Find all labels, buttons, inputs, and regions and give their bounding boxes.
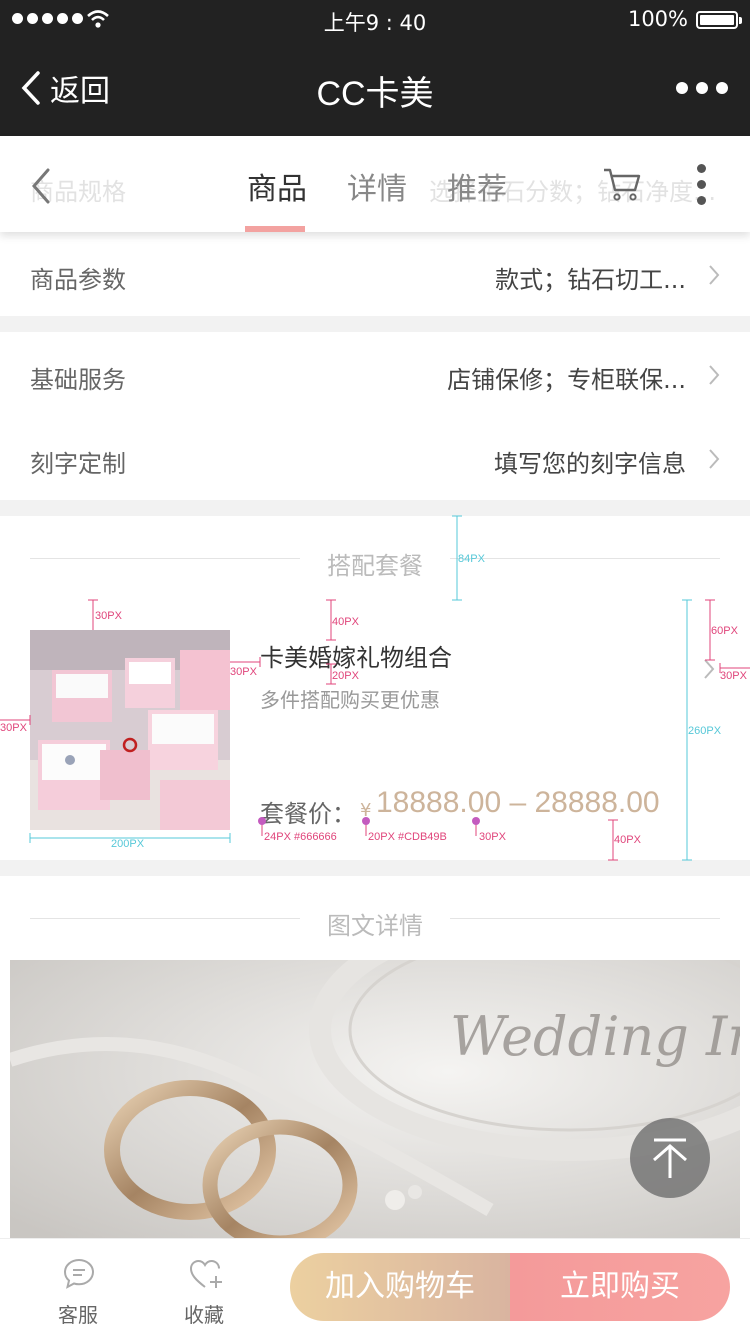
battery-icon <box>696 11 742 29</box>
annotation: 20PX #CDB49B <box>368 831 447 843</box>
tab-product[interactable]: 商品 <box>247 164 307 208</box>
bottom-action-bar: 客服 收藏 加入购物车 立即购买 <box>0 1238 750 1334</box>
script-text: Wedding Invita <box>450 1005 740 1068</box>
annotation: 40PX <box>614 834 641 846</box>
tab-detail[interactable]: 详情 <box>347 164 407 208</box>
chevron-right-icon <box>709 449 720 469</box>
row-product-params[interactable]: 商品参数 款式；钻石切工... <box>0 232 750 316</box>
chevron-right-icon <box>709 365 720 385</box>
row-label: 基础服务 <box>30 366 126 394</box>
annotation: 260PX <box>688 725 722 737</box>
back-to-top-button[interactable] <box>630 1118 710 1198</box>
annotation: 20PX <box>332 670 359 682</box>
arrow-up-icon <box>653 1138 687 1178</box>
annotation: 30PX <box>479 831 506 843</box>
row-label: 商品参数 <box>30 266 126 294</box>
annotation: 200PX <box>111 838 145 850</box>
add-to-cart-button[interactable]: 加入购物车 <box>290 1253 510 1321</box>
row-basic-service[interactable]: 基础服务 店铺保修；专柜联保... <box>0 332 750 416</box>
heart-plus-icon <box>189 1259 222 1288</box>
annotation: 84PX <box>458 553 485 565</box>
wedding-rings-image: Wedding Invita <box>10 960 740 1240</box>
spec-guides <box>0 515 750 861</box>
more-menu-button[interactable] <box>676 82 728 94</box>
cart-icon[interactable] <box>602 166 642 202</box>
annotation: 30PX <box>720 670 747 682</box>
favorite-label: 收藏 <box>184 1303 224 1327</box>
tab-bar: 商品规格 选择主石分数；钻石净度... 商品 详情 推荐 <box>0 136 750 232</box>
annotation: 40PX <box>332 616 359 628</box>
chevron-right-icon <box>709 265 720 285</box>
customer-service-label: 客服 <box>58 1303 98 1327</box>
chat-icon <box>63 1258 95 1289</box>
battery-percent: 100% <box>627 7 688 31</box>
vertical-more-icon[interactable] <box>697 164 706 205</box>
customer-service-button[interactable]: 客服 <box>28 1239 128 1334</box>
row-engraving[interactable]: 刻字定制 填写您的刻字信息 <box>0 416 750 500</box>
status-bar: 上午9 : 40 100% <box>0 0 750 40</box>
row-value: 填写您的刻字信息 <box>494 450 686 478</box>
row-label: 刻字定制 <box>30 450 126 478</box>
row-value: 店铺保修；专柜联保... <box>447 366 686 394</box>
page-title: CC卡美 <box>316 75 434 113</box>
annotation: 30PX <box>230 666 257 678</box>
row-value: 款式；钻石切工... <box>495 266 686 294</box>
annotation: 24PX #666666 <box>264 831 337 843</box>
back-arrow-icon[interactable] <box>28 166 54 206</box>
detail-hero-image: Wedding Invita <box>10 960 740 1240</box>
favorite-button[interactable]: 收藏 <box>154 1239 254 1334</box>
buy-now-button[interactable]: 立即购买 <box>510 1253 730 1321</box>
annotation: 30PX <box>95 610 122 622</box>
tab-recommend[interactable]: 推荐 <box>447 164 507 208</box>
nav-bar: 返回 CC卡美 <box>0 40 750 136</box>
annotation: 60PX <box>711 625 738 637</box>
annotation: 30PX <box>0 722 27 734</box>
active-tab-indicator <box>245 226 305 232</box>
detail-section-title: 图文详情 <box>327 912 423 940</box>
